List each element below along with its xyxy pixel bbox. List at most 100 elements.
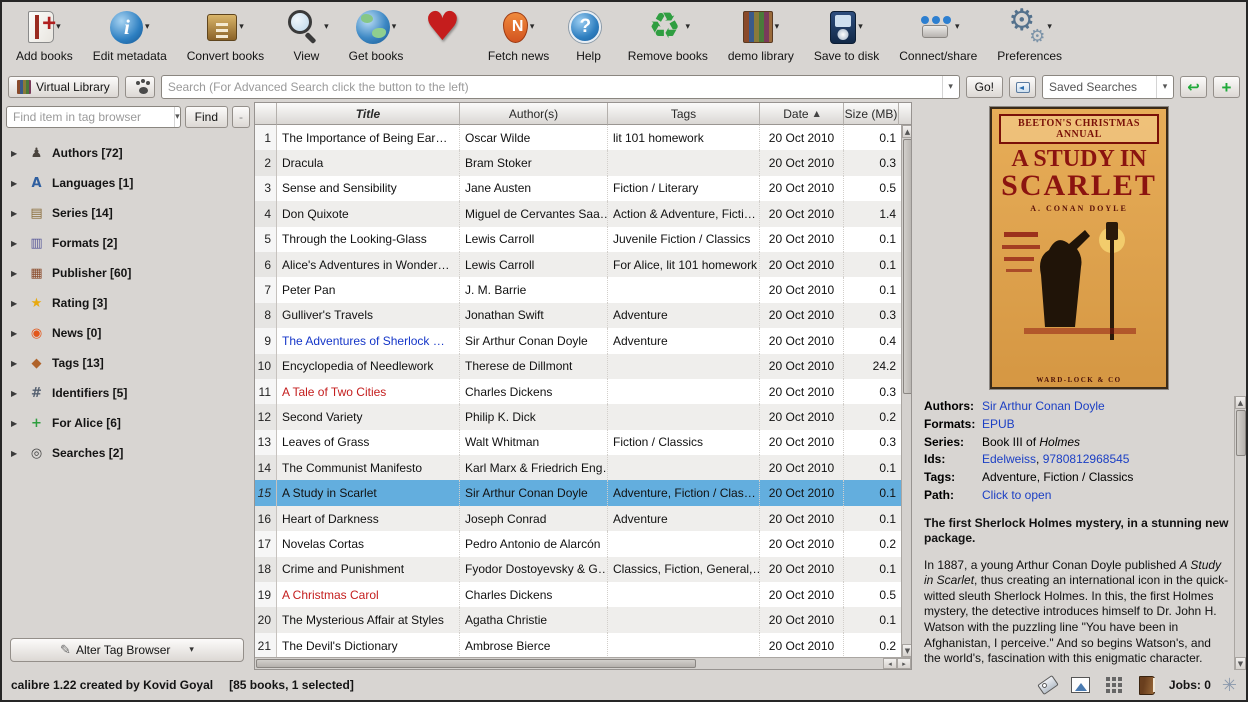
details-scroll-thumb[interactable] [1236, 410, 1246, 456]
chevron-down-icon[interactable]: ▾ [145, 22, 150, 32]
find-button[interactable]: Find [185, 106, 228, 128]
expand-arrow-icon[interactable]: ▶ [11, 299, 21, 308]
expand-arrow-icon[interactable]: ▶ [11, 149, 21, 158]
expand-arrow-icon[interactable]: ▶ [11, 359, 21, 368]
toolbar-button-convert-books[interactable]: ▾ Convert books [181, 6, 270, 63]
column-header-tags[interactable]: Tags [608, 103, 760, 125]
virtual-library-button[interactable]: Virtual Library [8, 76, 119, 98]
table-horizontal-scrollbar[interactable]: ◂ ▸ [255, 657, 911, 669]
sidebar-item-series[interactable]: ▶ ▤ Series [14] [2, 198, 254, 228]
alter-tag-browser-button[interactable]: ✎ Alter Tag Browser ▾ [10, 638, 244, 662]
details-scroll-down-icon[interactable]: ▼ [1235, 657, 1246, 670]
toolbar-button-fetch-news[interactable]: ▾ Fetch news [482, 6, 555, 63]
table-row[interactable]: 9 The Adventures of Sherlock … Sir Arthu… [255, 328, 901, 353]
expand-arrow-icon[interactable]: ▶ [11, 389, 21, 398]
go-button[interactable]: Go! [966, 76, 1003, 98]
chevron-down-icon[interactable]: ▾ [955, 22, 960, 32]
chevron-down-icon[interactable]: ▾ [858, 22, 863, 32]
details-scroll-up-icon[interactable]: ▲ [1235, 396, 1246, 409]
sidebar-item-formats[interactable]: ▶ ▥ Formats [2] [2, 228, 254, 258]
tag-find-caret-icon[interactable]: ▾ [174, 107, 180, 127]
saved-searches-select[interactable]: Saved Searches ▾ [1042, 75, 1174, 99]
copy-search-button[interactable]: ↩ [1180, 76, 1207, 98]
detail-link[interactable]: Click to open [982, 488, 1051, 502]
chevron-down-icon[interactable]: ▾ [56, 22, 61, 32]
tag-browser-find-input[interactable] [7, 110, 174, 124]
sidebar-item-searches[interactable]: ▶ ◎ Searches [2] [2, 438, 254, 468]
table-row[interactable]: 11 A Tale of Two Cities Charles Dickens … [255, 379, 901, 404]
detail-link[interactable]: 9780812968545 [1043, 452, 1130, 466]
table-row[interactable]: 7 Peter Pan J. M. Barrie 20 Oct 2010 0.1 [255, 277, 901, 302]
chevron-down-icon[interactable]: ▾ [324, 22, 329, 32]
sidebar-item-authors[interactable]: ▶ ♟ Authors [72] [2, 138, 254, 168]
table-hscroll-thumb[interactable] [256, 659, 696, 668]
toolbar-button-remove-books[interactable]: ▾ Remove books [622, 6, 714, 63]
chevron-down-icon[interactable]: ▾ [392, 22, 397, 32]
expand-arrow-icon[interactable]: ▶ [11, 419, 21, 428]
toolbar-button-preferences[interactable]: ▾ Preferences [991, 6, 1068, 63]
cover-grid-toggle-button[interactable] [1103, 675, 1125, 695]
sidebar-item-rating[interactable]: ▶ ★ Rating [3] [2, 288, 254, 318]
jobs-counter[interactable]: Jobs: 0 [1169, 678, 1211, 692]
tag-browser-toggle-button[interactable] [1037, 675, 1059, 695]
table-row[interactable]: 10 Encyclopedia of Needlework Therese de… [255, 354, 901, 379]
detail-link[interactable]: Sir Arthur Conan Doyle [982, 399, 1105, 413]
scroll-left-icon[interactable]: ◂ [883, 658, 897, 669]
table-row[interactable]: 5 Through the Looking-Glass Lewis Carrol… [255, 227, 901, 252]
search-input[interactable] [162, 80, 942, 94]
toolbar-button-connect-share[interactable]: ▾ Connect/share [893, 6, 983, 63]
paw-button[interactable] [125, 76, 155, 98]
sidebar-item-for-alice[interactable]: ▶ + For Alice [6] [2, 408, 254, 438]
table-row[interactable]: 4 Don Quixote Miguel de Cervantes Saa… A… [255, 201, 901, 226]
table-row[interactable]: 20 The Mysterious Affair at Styles Agath… [255, 607, 901, 632]
toolbar-button-donate[interactable]: ▾ [417, 6, 474, 49]
column-header-title[interactable]: Title [277, 103, 460, 125]
expand-arrow-icon[interactable]: ▶ [11, 449, 21, 458]
table-row[interactable]: 1 The Importance of Being Ear… Oscar Wil… [255, 125, 901, 150]
cover-browser-toggle-button[interactable] [1070, 675, 1092, 695]
details-vertical-scrollbar[interactable]: ▲ ▼ [1234, 396, 1246, 670]
chevron-down-icon[interactable]: ▾ [1047, 22, 1052, 32]
tag-browser-config-button[interactable]: - [232, 106, 250, 128]
search-dropdown-caret-icon[interactable]: ▾ [942, 76, 959, 98]
chevron-down-icon[interactable]: ▾ [775, 22, 780, 32]
chevron-down-icon[interactable]: ▾ [239, 22, 244, 32]
book-details-toggle-button[interactable] [1136, 675, 1158, 695]
table-row[interactable]: 17 Novelas Cortas Pedro Antonio de Alarc… [255, 531, 901, 556]
column-header-date[interactable]: Date ▲ [760, 103, 844, 125]
table-vertical-scrollbar[interactable]: ▲ ▼ [901, 125, 911, 657]
table-row[interactable]: 8 Gulliver's Travels Jonathan Swift Adve… [255, 303, 901, 328]
sidebar-item-languages[interactable]: ▶ A Languages [1] [2, 168, 254, 198]
expand-arrow-icon[interactable]: ▶ [11, 209, 21, 218]
table-scroll-thumb[interactable] [903, 139, 912, 394]
book-cover[interactable]: BEETON'S CHRISTMAS ANNUAL A STUDY IN SCA… [990, 107, 1168, 389]
toolbar-button-edit-metadata[interactable]: ▾ Edit metadata [87, 6, 173, 63]
toolbar-button-help[interactable]: ▾ Help [563, 6, 614, 63]
toolbar-button-save-to-disk[interactable]: ▾ Save to disk [808, 6, 885, 63]
table-row[interactable]: 6 Alice's Adventures in Wonder… Lewis Ca… [255, 252, 901, 277]
table-row[interactable]: 16 Heart of Darkness Joseph Conrad Adven… [255, 506, 901, 531]
table-row[interactable]: 15 A Study in Scarlet Sir Arthur Conan D… [255, 480, 901, 505]
scroll-down-icon[interactable]: ▼ [902, 644, 911, 657]
toolbar-button-add-books[interactable]: ▾ Add books [10, 6, 79, 63]
toolbar-button-view[interactable]: ▾ View [278, 6, 335, 63]
expand-arrow-icon[interactable]: ▶ [11, 269, 21, 278]
column-header-size[interactable]: Size (MB) [844, 103, 899, 125]
table-row[interactable]: 12 Second Variety Philip K. Dick 20 Oct … [255, 404, 901, 429]
detail-link[interactable]: Edelweiss [982, 452, 1036, 466]
table-row[interactable]: 21 The Devil's Dictionary Ambrose Bierce… [255, 633, 901, 657]
save-search-button[interactable]: + [1213, 76, 1240, 98]
sidebar-item-tags[interactable]: ▶ ◆ Tags [13] [2, 348, 254, 378]
toolbar-button-get-books[interactable]: ▾ Get books [343, 6, 410, 63]
expand-arrow-icon[interactable]: ▶ [11, 179, 21, 188]
column-header-authors[interactable]: Author(s) [460, 103, 608, 125]
highlight-search-button[interactable] [1009, 76, 1036, 98]
table-row[interactable]: 19 A Christmas Carol Charles Dickens 20 … [255, 582, 901, 607]
table-row[interactable]: 14 The Communist Manifesto Karl Marx & F… [255, 455, 901, 480]
table-row[interactable]: 18 Crime and Punishment Fyodor Dostoyevs… [255, 557, 901, 582]
saved-searches-caret-icon[interactable]: ▾ [1156, 76, 1173, 98]
expand-arrow-icon[interactable]: ▶ [11, 239, 21, 248]
jobs-spinner-icon[interactable]: ✳ [1222, 675, 1237, 696]
expand-arrow-icon[interactable]: ▶ [11, 329, 21, 338]
chevron-down-icon[interactable]: ▾ [686, 22, 691, 32]
